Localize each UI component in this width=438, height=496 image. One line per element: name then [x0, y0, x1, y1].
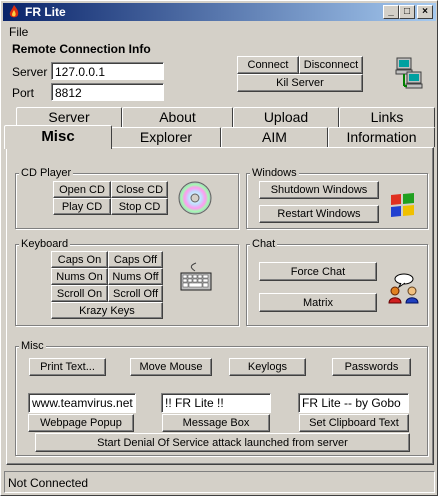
- window-title: FR Lite: [25, 5, 66, 19]
- network-computers-icon: [395, 57, 423, 89]
- webpage-popup-button[interactable]: Webpage Popup: [28, 414, 134, 432]
- move-mouse-button[interactable]: Move Mouse: [130, 358, 212, 376]
- app-fire-icon: [9, 5, 19, 18]
- scroll-off-button[interactable]: Scroll Off: [108, 285, 163, 302]
- restart-windows-button[interactable]: Restart Windows: [259, 205, 379, 223]
- chat-title: Chat: [250, 238, 278, 250]
- status-bar: Not Connected: [4, 471, 435, 493]
- cd-player-title: CD Player: [19, 167, 74, 179]
- message-box-button[interactable]: Message Box: [162, 414, 270, 432]
- kill-server-button[interactable]: Kil Server: [237, 74, 363, 92]
- close-button[interactable]: ×: [417, 5, 433, 19]
- open-cd-button[interactable]: Open CD: [53, 181, 111, 198]
- tab-explorer[interactable]: Explorer: [111, 127, 221, 147]
- keyboard-title: Keyboard: [19, 238, 71, 250]
- keyboard-icon: [180, 262, 212, 291]
- server-label: Server: [12, 65, 48, 79]
- message-input[interactable]: !! FR Lite !!: [161, 393, 271, 413]
- keylogs-button[interactable]: Keylogs: [229, 358, 306, 376]
- cd-disc-icon: [178, 181, 212, 215]
- dos-attack-button[interactable]: Start Denial Of Service attack launched …: [35, 433, 410, 452]
- nums-off-button[interactable]: Nums Off: [108, 268, 163, 285]
- port-input[interactable]: 8812: [51, 83, 164, 101]
- caps-off-button[interactable]: Caps Off: [108, 251, 163, 268]
- disconnect-button[interactable]: Disconnect: [299, 56, 363, 74]
- menu-bar: File: [3, 22, 436, 40]
- tab-misc[interactable]: Misc: [4, 125, 112, 149]
- chat-people-icon: [388, 273, 419, 304]
- stop-cd-button[interactable]: Stop CD: [111, 198, 168, 215]
- krazy-keys-button[interactable]: Krazy Keys: [51, 302, 163, 319]
- nums-on-button[interactable]: Nums On: [51, 268, 108, 285]
- tab-aim[interactable]: AIM: [221, 127, 328, 147]
- close-cd-button[interactable]: Close CD: [111, 181, 168, 198]
- misc-title: Misc: [19, 340, 46, 352]
- scroll-on-button[interactable]: Scroll On: [51, 285, 108, 302]
- matrix-button[interactable]: Matrix: [259, 293, 377, 312]
- status-text: Not Connected: [8, 476, 89, 490]
- windows-title: Windows: [250, 167, 299, 179]
- connection-title: Remote Connection Info: [12, 42, 151, 56]
- port-label: Port: [12, 86, 35, 100]
- shutdown-windows-button[interactable]: Shutdown Windows: [259, 181, 379, 199]
- tab-information[interactable]: Information: [328, 127, 435, 147]
- title-bar[interactable]: FR Lite _ □ ×: [3, 3, 436, 21]
- url-input[interactable]: www.teamvirus.net: [28, 393, 136, 413]
- windows-flag-icon: [391, 193, 414, 217]
- maximize-button[interactable]: □: [399, 5, 415, 19]
- tab-links[interactable]: Links: [339, 107, 435, 127]
- caps-on-button[interactable]: Caps On: [51, 251, 108, 268]
- clipboard-input[interactable]: FR Lite -- by Gobo: [298, 393, 409, 413]
- tab-server[interactable]: Server: [16, 107, 122, 127]
- menu-file[interactable]: File: [9, 25, 28, 39]
- main-window: FR Lite _ □ × File Remote Connection Inf…: [0, 0, 438, 496]
- force-chat-button[interactable]: Force Chat: [259, 262, 377, 281]
- connect-button[interactable]: Connect: [237, 56, 299, 74]
- play-cd-button[interactable]: Play CD: [53, 198, 111, 215]
- print-text-button[interactable]: Print Text...: [29, 358, 106, 376]
- minimize-button[interactable]: _: [383, 5, 399, 19]
- server-input[interactable]: 127.0.0.1: [51, 62, 164, 80]
- set-clipboard-button[interactable]: Set Clipboard Text: [299, 414, 409, 432]
- tab-upload[interactable]: Upload: [233, 107, 339, 127]
- passwords-button[interactable]: Passwords: [332, 358, 411, 376]
- tab-about[interactable]: About: [122, 107, 233, 127]
